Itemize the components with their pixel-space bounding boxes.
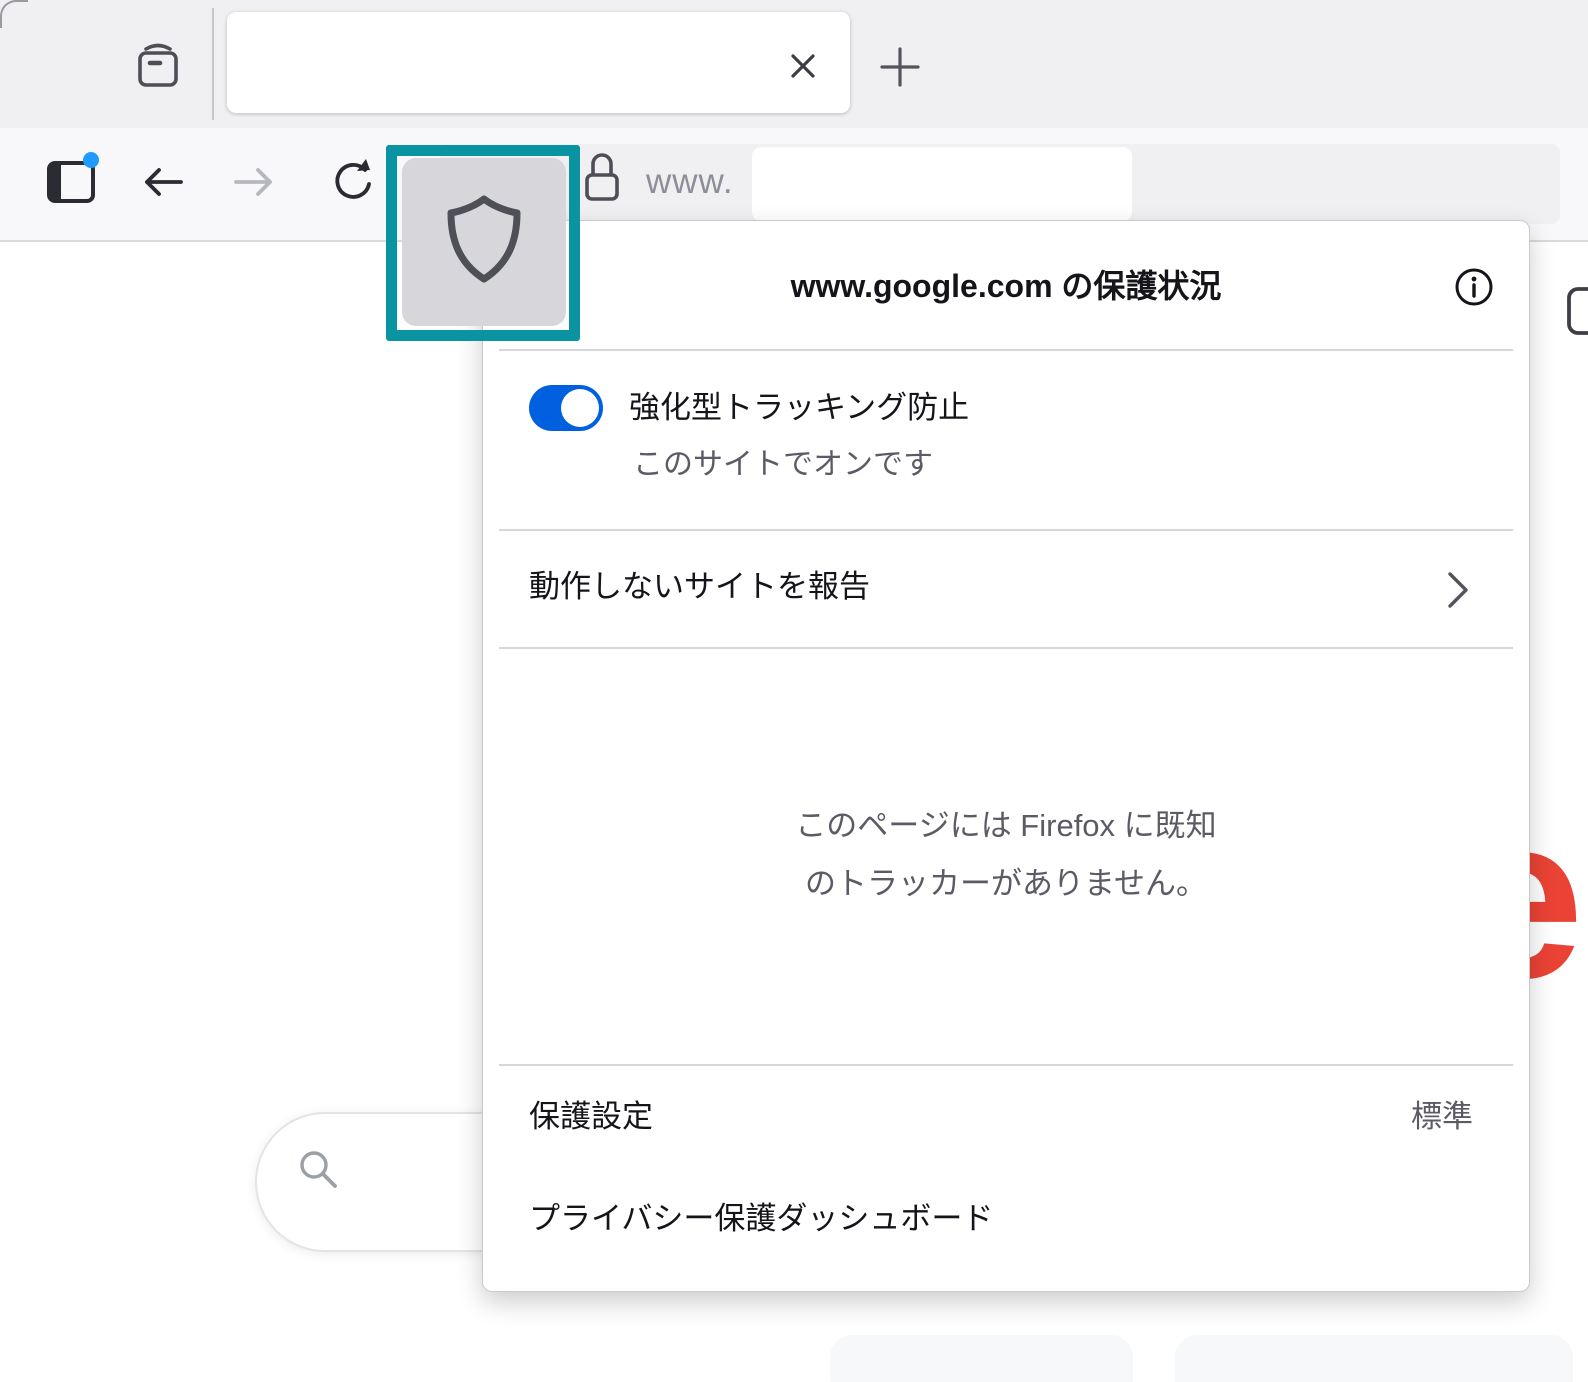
tab-strip-divider (212, 8, 214, 120)
no-trackers-line1: このページには Firefox に既知 (795, 808, 1217, 843)
no-trackers-line2: のトラッカーがありません。 (804, 866, 1208, 901)
annotation-highlight-box (386, 145, 580, 341)
privacy-dashboard-label: プライバシー保護ダッシュボード (529, 1201, 994, 1236)
browser-tab[interactable] (227, 12, 850, 113)
search-icon (291, 1142, 347, 1198)
panel-divider (499, 529, 1513, 531)
forward-button[interactable] (231, 162, 279, 204)
feeling-lucky-button[interactable] (1175, 1335, 1573, 1382)
toggle-knob (561, 389, 599, 427)
tracking-protection-toggle[interactable] (529, 385, 603, 431)
report-broken-site-row[interactable]: 動作しないサイトを報告 (483, 553, 1529, 623)
protection-settings-row[interactable]: 保護設定 標準 (483, 1087, 1529, 1147)
back-arrow-icon (139, 162, 185, 205)
google-search-button[interactable] (830, 1335, 1133, 1382)
browser-window: e (0, 0, 1588, 1382)
chevron-right-icon (1445, 569, 1471, 611)
report-broken-site-label: 動作しないサイトを報告 (529, 569, 870, 604)
tracking-toggle-status: このサイトでオンです (633, 448, 933, 481)
panel-divider (499, 647, 1513, 649)
back-button[interactable] (138, 162, 186, 204)
forward-arrow-icon (232, 162, 278, 205)
info-icon (1453, 266, 1495, 311)
toolbar-edge-icon[interactable] (1566, 286, 1588, 336)
panel-divider (499, 349, 1513, 351)
close-icon (787, 50, 819, 85)
plus-icon (878, 45, 922, 92)
window-corner (0, 0, 28, 28)
url-text: www. (646, 162, 734, 201)
info-button[interactable] (1453, 267, 1495, 309)
privacy-dashboard-row[interactable]: プライバシー保護ダッシュボード (483, 1189, 1529, 1249)
protection-settings-value: 標準 (1411, 1099, 1473, 1134)
firefox-view-button[interactable] (130, 40, 186, 94)
panel-title: www.google.com の保護状況 (790, 268, 1222, 304)
reload-button[interactable] (328, 158, 376, 206)
lock-icon[interactable] (578, 148, 626, 204)
panel-divider (499, 1064, 1513, 1066)
notification-dot (83, 152, 99, 168)
tracking-toggle-label: 強化型トラッキング防止 (629, 390, 970, 425)
new-tab-button[interactable] (878, 46, 922, 90)
firefox-view-icon (131, 40, 185, 95)
tab-strip (0, 0, 1588, 128)
protection-settings-label: 保護設定 (529, 1099, 653, 1134)
url-bar[interactable]: www. (440, 144, 1560, 224)
tab-close-button[interactable] (786, 50, 820, 84)
url-text-mask (752, 147, 1132, 221)
protection-panel: www.google.com の保護状況 強化型トラッキング防止 このサイトでオ… (482, 220, 1530, 1292)
reload-icon (329, 158, 375, 207)
no-trackers-message: このページには Firefox に既知 のトラッカーがありません。 (483, 797, 1529, 913)
